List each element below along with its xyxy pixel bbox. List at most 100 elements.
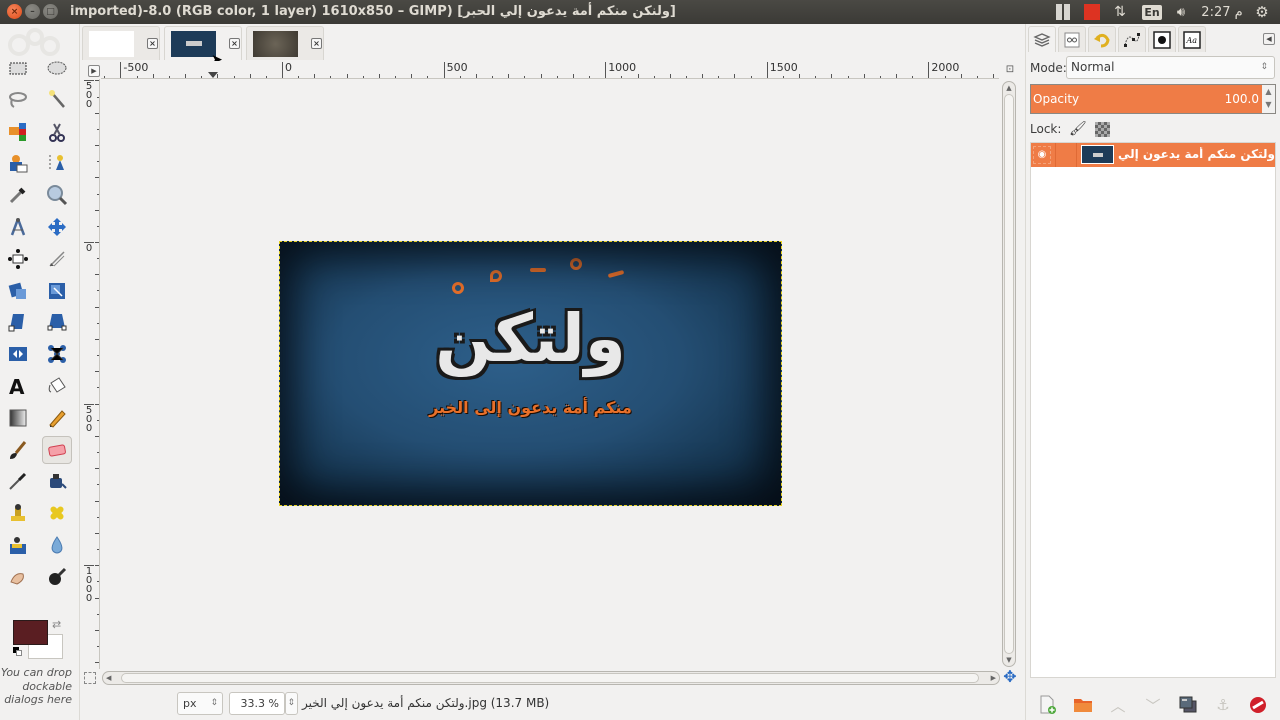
tool-clone[interactable]	[3, 499, 33, 527]
tool-scale[interactable]	[42, 277, 72, 305]
tool-text[interactable]: A	[3, 372, 33, 400]
delete-layer-icon[interactable]	[1247, 694, 1269, 716]
horizontal-scroll-thumb[interactable]	[121, 673, 979, 683]
foreground-color-swatch[interactable]	[13, 620, 48, 645]
tool-blur-sharpen[interactable]	[42, 531, 72, 559]
tool-heal[interactable]	[42, 499, 72, 527]
tool-perspective[interactable]	[42, 308, 72, 336]
network-icon[interactable]: ⇅	[1110, 0, 1130, 24]
tool-measure[interactable]	[3, 213, 33, 241]
tool-ink[interactable]	[42, 467, 72, 495]
duplicate-layer-icon[interactable]	[1177, 694, 1199, 716]
tool-move[interactable]	[42, 213, 72, 241]
zoom-input[interactable]: 33.3 %	[229, 692, 285, 715]
scroll-right-arrow-icon[interactable]: ▶	[991, 672, 996, 684]
navigate-icon[interactable]: ✥	[1002, 669, 1018, 685]
ruler-tick	[815, 76, 817, 78]
tool-color-picker[interactable]	[3, 181, 33, 209]
tool-foreground-select[interactable]	[3, 149, 33, 177]
tool-fuzzy-select[interactable]	[42, 86, 72, 114]
vertical-ruler[interactable]: 500 0 500 1000	[84, 79, 100, 669]
record-stop-icon[interactable]	[1082, 0, 1102, 24]
lower-layer-icon[interactable]: ﹀	[1142, 694, 1164, 716]
tab-brushes[interactable]	[1148, 26, 1176, 52]
tool-flip[interactable]	[3, 340, 33, 368]
tool-crop[interactable]	[42, 245, 72, 273]
layer-chain-toggle[interactable]	[1055, 143, 1077, 167]
new-layer-group-icon[interactable]	[1072, 694, 1094, 716]
tool-select-by-color[interactable]	[3, 118, 33, 146]
lock-pixels-brush-icon[interactable]: 🖌︎	[1069, 121, 1087, 137]
swap-colors-icon[interactable]: ⇄	[52, 618, 61, 631]
eye-visibility-icon[interactable]: ◉	[1033, 146, 1051, 164]
close-icon[interactable]: ×	[147, 38, 158, 49]
scroll-left-arrow-icon[interactable]: ◀	[106, 672, 111, 684]
tool-scissors-select[interactable]	[42, 118, 72, 146]
horizontal-scrollbar[interactable]: ◀ ▶	[102, 671, 1000, 685]
tab-layers[interactable]	[1028, 26, 1056, 52]
tool-cage[interactable]	[42, 340, 72, 368]
default-colors-icon[interactable]	[13, 647, 23, 657]
tool-perspective-clone[interactable]	[3, 531, 33, 559]
tab-paths[interactable]	[1118, 26, 1146, 52]
tool-paintbrush[interactable]	[3, 436, 33, 464]
layer-row[interactable]: ◉ ولتكن منكم أمة يدعون إلي الخير.jpg	[1031, 143, 1275, 167]
vertical-scrollbar[interactable]: ▲ ▼	[1002, 81, 1016, 667]
lock-alpha-checker-icon[interactable]	[1095, 122, 1110, 137]
tab-fonts[interactable]: Aa	[1178, 26, 1206, 52]
tool-bucket-fill[interactable]	[42, 372, 72, 400]
tool-airbrush[interactable]	[3, 467, 33, 495]
zoom-dropdown[interactable]: ⇕	[285, 692, 298, 715]
vertical-scroll-thumb[interactable]	[1004, 94, 1014, 654]
tool-dodge-burn[interactable]	[42, 563, 72, 591]
image-tab-texture[interactable]: ×	[246, 26, 324, 60]
pause-icon[interactable]	[1052, 0, 1074, 24]
power-icon[interactable]: ⚙	[1252, 0, 1272, 24]
dock-menu-button[interactable]: ◀	[1263, 33, 1275, 45]
horizontal-ruler[interactable]: -500 0 500 1000 1500 2000	[101, 61, 999, 79]
layer-name[interactable]: ولتكن منكم أمة يدعون إلي الخير.jpg	[1117, 147, 1275, 161]
new-layer-icon[interactable]	[1037, 694, 1059, 716]
tool-smudge[interactable]	[3, 563, 33, 591]
raise-layer-icon[interactable]: ︿	[1107, 694, 1129, 716]
tool-zoom[interactable]	[42, 181, 72, 209]
tool-ellipse-select[interactable]	[42, 54, 72, 82]
image-tab-active[interactable]: ×	[164, 26, 242, 60]
keyboard-layout-indicator[interactable]: En	[1142, 0, 1162, 24]
tool-eraser[interactable]	[42, 435, 72, 464]
clock[interactable]: 2:27 م	[1198, 0, 1246, 24]
image-tab-blank[interactable]: ×	[82, 26, 160, 60]
tool-rect-select[interactable]	[3, 54, 33, 82]
tool-align[interactable]	[3, 245, 33, 273]
opacity-slider[interactable]: Opacity 100.0 ▲ ▼	[1030, 84, 1276, 114]
opacity-spinner[interactable]: ▲ ▼	[1262, 85, 1275, 113]
scroll-down-arrow-icon[interactable]: ▼	[1003, 656, 1015, 664]
image-content[interactable]: ولتكن منكم أمة يدعون إلى الخير	[279, 241, 782, 506]
tool-paths[interactable]	[42, 149, 72, 177]
anchor-layer-icon[interactable]: ⚓︎	[1212, 694, 1234, 716]
tool-shear[interactable]	[3, 308, 33, 336]
tab-channels[interactable]	[1058, 26, 1086, 52]
rect-select-icon	[9, 62, 27, 75]
image-menu-button[interactable]: ▶	[88, 65, 100, 77]
tab-undo-history[interactable]	[1088, 26, 1116, 52]
close-icon[interactable]: ×	[311, 38, 322, 49]
canvas[interactable]: ولتكن منكم أمة يدعون إلى الخير	[101, 80, 999, 668]
tool-rotate[interactable]	[3, 277, 33, 305]
mode-select[interactable]: Normal ⇕	[1066, 56, 1275, 79]
window-minimize-button[interactable]: –	[25, 4, 40, 19]
scissors-icon	[49, 123, 65, 142]
layers-list[interactable]: ◉ ولتكن منكم أمة يدعون إلي الخير.jpg	[1030, 142, 1276, 678]
rotate-icon	[8, 282, 26, 299]
close-icon[interactable]: ×	[229, 38, 240, 49]
tool-free-select[interactable]	[3, 86, 33, 114]
volume-icon[interactable]: 🔊︎	[1170, 0, 1192, 24]
tool-pencil[interactable]	[42, 404, 72, 432]
unit-select[interactable]: px ⇕	[177, 692, 223, 715]
quick-mask-toggle[interactable]	[84, 672, 96, 684]
window-maximize-button[interactable]: □	[43, 4, 58, 19]
tool-blend[interactable]	[3, 404, 33, 432]
window-close-button[interactable]: ×	[7, 4, 22, 19]
scroll-up-arrow-icon[interactable]: ▲	[1003, 84, 1015, 92]
zoom-fit-icon[interactable]: ⊡	[1003, 64, 1017, 78]
